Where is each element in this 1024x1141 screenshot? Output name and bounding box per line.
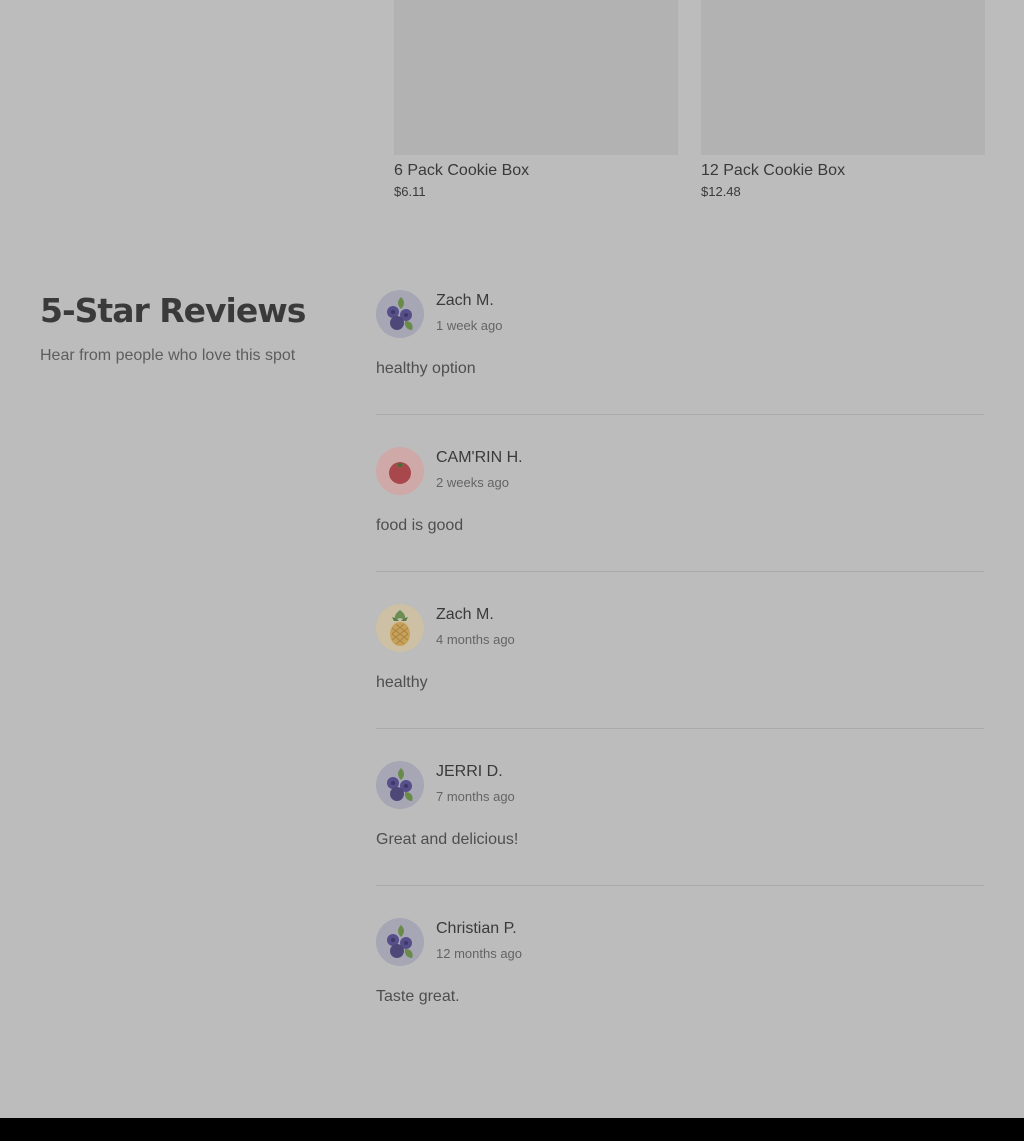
blueberry-icon: [387, 768, 413, 801]
review-date: 7 months ago: [436, 789, 515, 804]
avatar: [376, 918, 424, 966]
product-price: $12.48: [701, 184, 741, 199]
blueberry-icon: [387, 925, 413, 958]
product-image[interactable]: [701, 0, 985, 155]
review-item: Zach M. 4 months ago healthy: [376, 572, 984, 729]
product-card[interactable]: 12 Pack Cookie Box $12.48: [701, 0, 985, 200]
review-text: Great and delicious!: [376, 831, 519, 848]
tomato-icon: [389, 462, 411, 484]
reviews-heading: 5-Star Reviews Hear from people who love…: [40, 290, 360, 365]
product-name: 6 Pack Cookie Box: [394, 162, 530, 179]
reviewer-name: Christian P.: [436, 920, 517, 937]
review-date: 2 weeks ago: [436, 475, 509, 490]
review-date: 4 months ago: [436, 632, 515, 647]
review-item: Zach M. 1 week ago healthy option: [376, 290, 984, 415]
footer-bar: [0, 1118, 1024, 1141]
product-price: $6.11: [394, 184, 426, 199]
review-text: healthy: [376, 674, 428, 691]
avatar: [376, 447, 424, 495]
reviewer-name: CAM'RIN H.: [436, 449, 523, 466]
review-text: food is good: [376, 517, 464, 534]
review-item: Christian P. 12 months ago Taste great.: [376, 886, 984, 1042]
review-item: JERRI D. 7 months ago Great and deliciou…: [376, 729, 984, 886]
blueberry-icon: [387, 297, 413, 330]
reviewer-name: Zach M.: [436, 606, 494, 623]
reviewer-name: Zach M.: [436, 292, 494, 309]
product-name: 12 Pack Cookie Box: [701, 162, 846, 179]
review-text: healthy option: [376, 360, 476, 377]
reviews-list: Zach M. 1 week ago healthy option CAM'RI…: [376, 290, 984, 1042]
product-carousel: 6 Pack Cookie Box $6.11 12 Pack Cookie B…: [394, 0, 985, 200]
review-date: 12 months ago: [436, 946, 523, 961]
reviews-title: 5-Star Reviews: [40, 291, 306, 330]
reviews-subtitle: Hear from people who love this spot: [40, 347, 296, 364]
review-text: Taste great.: [376, 988, 460, 1005]
avatar: [376, 604, 424, 652]
review-item: CAM'RIN H. 2 weeks ago food is good: [376, 415, 984, 572]
avatar: [376, 290, 424, 338]
pineapple-icon: [390, 610, 410, 646]
reviewer-name: JERRI D.: [436, 763, 503, 780]
product-image[interactable]: [394, 0, 678, 155]
review-date: 1 week ago: [436, 318, 503, 333]
avatar: [376, 761, 424, 809]
product-card[interactable]: 6 Pack Cookie Box $6.11: [394, 0, 678, 200]
